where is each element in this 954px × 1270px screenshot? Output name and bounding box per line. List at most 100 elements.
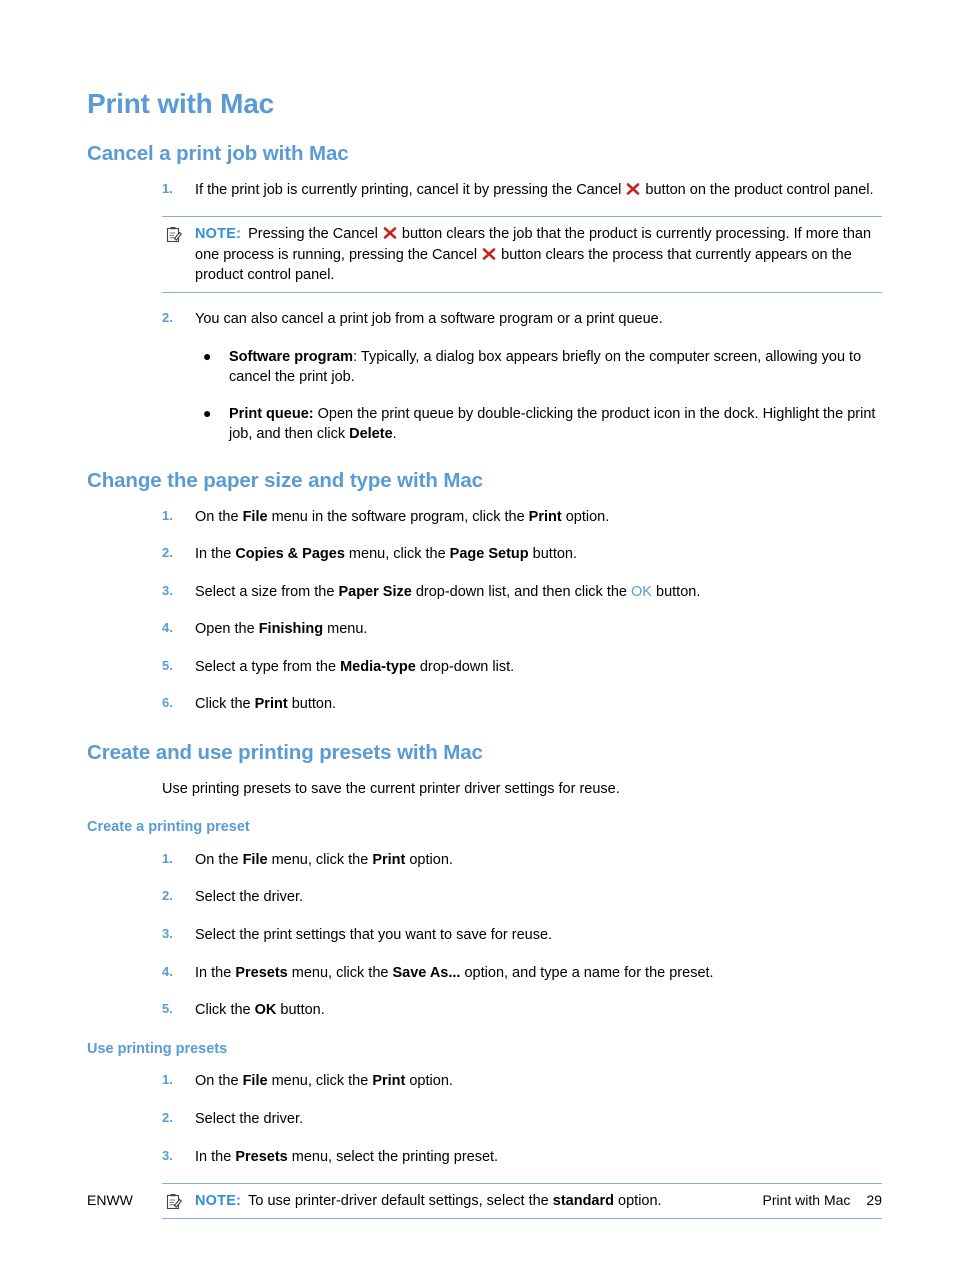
list-item: 3. In the Presets menu, select the print… <box>87 1147 882 1168</box>
bullet-text: Open the print queue by double-clicking … <box>229 405 876 443</box>
step-number: 5. <box>162 657 173 673</box>
step-number: 5. <box>162 1001 173 1017</box>
list-item: 6. Click the Print button. <box>87 694 882 715</box>
step-text-d: option. <box>561 508 610 525</box>
list-item: 1. On the File menu, click the Print opt… <box>87 1071 882 1092</box>
footer-locale-code: ENWW <box>87 1192 133 1208</box>
step-text-c: menu, click the <box>267 1073 373 1090</box>
step-text-d: option. <box>405 1073 453 1090</box>
subsection-heading-use-printing-presets: Use printing presets <box>87 1040 228 1057</box>
step-text-part-2: button on the product control panel. <box>641 181 874 198</box>
step-bold-1: File <box>242 508 268 525</box>
cancel-x-icon <box>383 226 397 240</box>
bullet-glyph: ● <box>203 347 212 364</box>
step-text-a: Select the driver. <box>195 889 303 906</box>
step-text-c: menu, click the <box>287 964 393 981</box>
step-text-a: Open the <box>195 621 259 638</box>
page-title: Print with Mac <box>87 88 274 119</box>
footer-section-title: Print with Mac <box>762 1192 851 1208</box>
section-heading-cancel-print-job: Cancel a print job with Mac <box>87 142 349 166</box>
step-bold-1: Presets <box>235 964 288 981</box>
step-number: 2. <box>162 545 173 561</box>
step-text-d: button. <box>528 546 578 563</box>
list-item: 1. On the File menu in the software prog… <box>87 507 882 528</box>
list-item: 2. Select the driver. <box>87 887 882 908</box>
step-number: 3. <box>162 1147 173 1163</box>
step-text-a: Select a size from the <box>195 583 339 600</box>
footer-page-number: 29 <box>866 1192 882 1208</box>
step-bold-1: Copies & Pages <box>235 546 345 563</box>
note-label: NOTE: <box>195 226 242 243</box>
cancel-print-job-steps: 1. If the print job is currently printin… <box>87 180 882 445</box>
step-text-c: menu, click the <box>267 851 373 868</box>
step-text-c: button. <box>287 696 337 713</box>
step-bold-2: Save As... <box>392 964 461 981</box>
list-item: 2. Select the driver. <box>87 1109 882 1130</box>
list-item: 5. Click the OK button. <box>87 1000 882 1021</box>
step-bold-1: Print <box>254 696 288 713</box>
step-number: 2. <box>162 1109 173 1125</box>
list-item: 4. In the Presets menu, click the Save A… <box>87 963 882 984</box>
step-number: 4. <box>162 963 173 979</box>
step-bold-1: OK <box>254 1002 277 1019</box>
list-item: 3. Select a size from the Paper Size dro… <box>87 582 882 603</box>
presets-intro-paragraph: Use printing presets to save the current… <box>162 780 620 797</box>
step-text-c: menu, select the printing preset. <box>287 1148 499 1165</box>
step-text-c: menu in the software program, click the <box>267 508 529 525</box>
ok-cross-reference-link[interactable]: OK <box>631 584 652 600</box>
cancel-x-icon <box>482 247 496 261</box>
step-text-part-1: If the print job is currently printing, … <box>195 181 626 198</box>
step-bold-2: Print <box>528 508 562 525</box>
step-number: 1. <box>162 507 173 523</box>
step-text-c: menu. <box>323 621 368 638</box>
list-item: 4. Open the Finishing menu. <box>87 619 882 640</box>
step-bold-1: Paper Size <box>338 583 412 600</box>
step-number: 3. <box>162 582 173 598</box>
step-number: 2. <box>162 888 173 904</box>
page-footer: ENWW Print with Mac 29 <box>87 1192 882 1208</box>
step-number: 4. <box>162 620 173 636</box>
step-number: 1. <box>162 850 173 866</box>
step-text-a: Select the driver. <box>195 1110 303 1127</box>
list-item: 2. In the Copies & Pages menu, click the… <box>87 544 882 565</box>
page-content: Print with Mac Cancel a print job with M… <box>87 88 882 1219</box>
step-text-a: Select the print settings that you want … <box>195 926 553 943</box>
note-clipboard-icon <box>166 226 182 243</box>
step-text-a: In the <box>195 1148 236 1165</box>
step-text-a: In the <box>195 546 236 563</box>
step-text-a: Click the <box>195 1002 255 1019</box>
step-text-c: button. <box>276 1002 325 1019</box>
step-number: 2. <box>162 310 173 326</box>
step-text-d: button. <box>651 583 701 600</box>
step-text: You can also cancel a print job from a s… <box>195 311 663 328</box>
list-item: ● Software program: Typically, a dialog … <box>87 347 882 388</box>
bullet-bold-tail: Delete <box>349 426 393 443</box>
step-text-a: In the <box>195 964 236 981</box>
section-heading-change-paper-size: Change the paper size and type with Mac <box>87 468 483 492</box>
bullet-glyph: ● <box>203 404 212 421</box>
change-paper-size-steps: 1. On the File menu in the software prog… <box>87 507 882 715</box>
list-item: 3. Select the print settings that you wa… <box>87 925 882 946</box>
step-bold-1: File <box>242 1073 268 1090</box>
step-bold-2: Print <box>372 1073 406 1090</box>
note-admonition-cancel: NOTE: Pressing the Cancel button clears t… <box>162 216 882 294</box>
step-text-d: option, and type a name for the preset. <box>460 964 714 981</box>
footer-right-group: Print with Mac 29 <box>763 1192 883 1208</box>
note-body: Pressing the Cancel button clears the jo… <box>195 226 871 283</box>
create-printing-preset-steps: 1. On the File menu, click the Print opt… <box>87 850 882 1021</box>
bullet-lead-label: Print queue: <box>229 405 314 422</box>
step-text-c: drop-down list, and then click the <box>411 583 632 600</box>
step-text-c: menu, click the <box>344 546 450 563</box>
subsection-heading-create-a-printing-preset: Create a printing preset <box>87 819 250 836</box>
cancel-x-icon <box>626 182 640 196</box>
step-text-a: Select a type from the <box>195 658 341 675</box>
step-number: 1. <box>162 180 173 196</box>
section-heading-create-use-presets: Create and use printing presets with Mac <box>87 740 483 764</box>
list-item: 1. If the print job is currently printin… <box>87 180 882 201</box>
list-item: 5. Select a type from the Media-type dro… <box>87 657 882 678</box>
step-bold-1: Presets <box>235 1148 288 1165</box>
cancel-print-job-bullets: ● Software program: Typically, a dialog … <box>87 347 882 445</box>
step-text-a: On the <box>195 1073 243 1090</box>
list-item: 1. On the File menu, click the Print opt… <box>87 850 882 871</box>
step-number: 1. <box>162 1072 173 1088</box>
